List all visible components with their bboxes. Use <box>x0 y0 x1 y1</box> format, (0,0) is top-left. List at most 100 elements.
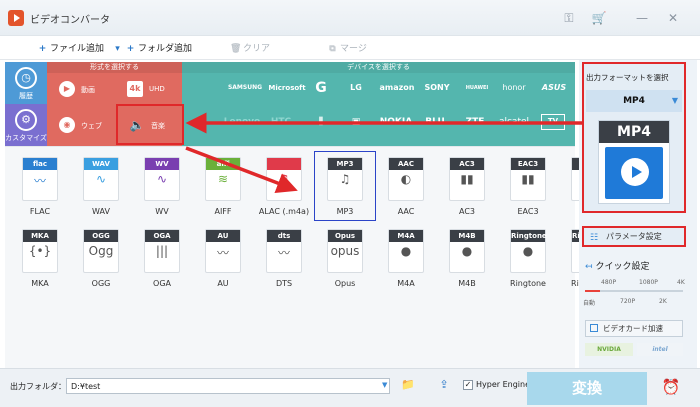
device-huawei[interactable]: HUAWEI <box>460 76 494 100</box>
audio-wave-icon: 〰 <box>33 174 46 188</box>
device-panel-header: デバイスを選択する <box>182 62 575 73</box>
convert-button[interactable]: 変換 <box>527 372 647 405</box>
clear-button[interactable]: 🗑 クリア <box>230 41 270 54</box>
video-format-button[interactable]: ▶ 動画 <box>47 74 115 104</box>
audio-wave-icon: ▮▮ <box>521 172 535 186</box>
format-tile-aac[interactable]: AAC ◐ AAC <box>375 151 437 221</box>
format-label: Ringtone <box>510 279 546 288</box>
audio-wave-icon: ◐ <box>400 172 412 186</box>
format-tile-au[interactable]: AU 〰 AU <box>192 223 254 293</box>
device-blu[interactable]: BLU <box>420 110 450 134</box>
chevron-down-icon: ▼ <box>671 96 678 105</box>
format-label: OGA <box>153 279 171 288</box>
music-format-button[interactable]: 🔈 音楽 <box>117 108 180 142</box>
play-icon <box>621 158 649 186</box>
format-label: AIFF <box>214 207 232 216</box>
format-tile-m4b[interactable]: M4B ● M4B <box>436 223 498 293</box>
device-lenovo[interactable]: Lenovo <box>222 110 262 134</box>
device-tv[interactable]: TV <box>541 114 565 130</box>
format-tile-alac-m4a[interactable]: ♫ ALAC (.m4a) <box>253 151 315 221</box>
plus-icon: + <box>38 44 47 54</box>
format-badge: WV <box>145 158 179 170</box>
device-samsung[interactable]: SAMSUNG <box>222 76 268 100</box>
chrome-icon: ◉ <box>59 117 75 133</box>
mp4-format-icon[interactable]: MP4 <box>598 120 670 204</box>
device-htc[interactable]: HTC <box>266 110 296 134</box>
parameter-settings-button[interactable]: ☷ パラメータ設定 <box>582 226 686 247</box>
format-file-icon: EAC3 ▮▮ <box>510 157 546 201</box>
4k-icon: 4k <box>127 81 143 97</box>
format-tile-dts[interactable]: dts 〰 DTS <box>253 223 315 293</box>
device-microsoft[interactable]: Microsoft <box>267 76 307 100</box>
history-nav-button[interactable]: ◷ 履歴 <box>5 62 47 104</box>
quality-slider[interactable] <box>585 290 683 292</box>
device-bars-icon[interactable]: ⫼ <box>309 110 333 134</box>
apple-icon[interactable] <box>190 76 218 100</box>
device-lg[interactable]: LG <box>344 76 368 100</box>
format-tile-mka[interactable]: MKA {•} MKA <box>9 223 71 293</box>
format-tile-ringtone[interactable]: Ringtone ● Ringtone <box>497 223 559 293</box>
format-tile-opus[interactable]: Opus opus Opus <box>314 223 376 293</box>
device-honor[interactable]: honor <box>497 76 531 100</box>
format-badge: MKA <box>23 230 57 242</box>
format-file-icon: OGA ||| <box>144 229 180 273</box>
format-tile-oga[interactable]: OGA ||| OGA <box>131 223 193 293</box>
device-zte[interactable]: ZTE <box>460 110 490 134</box>
output-folder-label: 出力フォルダ： <box>10 382 66 391</box>
folder-plus-icon: + <box>126 44 135 54</box>
device-amazon[interactable]: amazon <box>378 76 416 100</box>
output-folder-input[interactable] <box>66 378 390 394</box>
customize-nav-button[interactable]: ⚙ カスタマイズ <box>5 104 47 146</box>
web-format-button[interactable]: ◉ ウェブ <box>47 110 115 140</box>
format-badge <box>267 158 301 170</box>
export-icon[interactable]: ⇪ <box>437 379 451 391</box>
uhd-format-button[interactable]: 4k UHD <box>115 74 182 104</box>
format-panel: 形式を選択する ▶ 動画 4k UHD ◉ ウェブ 🔈 音楽 <box>47 62 182 146</box>
close-icon[interactable]: ✕ <box>664 9 682 27</box>
chevron-down-icon[interactable]: ▼ <box>382 381 387 389</box>
format-tile-ac3[interactable]: AC3 ▮▮ AC3 <box>436 151 498 221</box>
device-nokia[interactable]: NOKIA <box>378 110 414 134</box>
cart-icon[interactable]: 🛒 <box>590 9 608 27</box>
format-tile-aiff[interactable]: aiff ≋ AIFF <box>192 151 254 221</box>
intel-badge: intel <box>637 343 683 356</box>
audio-wave-icon: ● <box>400 244 412 258</box>
device-google[interactable]: G <box>309 76 333 100</box>
format-tile-flac[interactable]: flac 〰 FLAC <box>9 151 71 221</box>
app-title: ビデオコンバータ <box>30 15 110 26</box>
format-badge: OGA <box>145 230 179 242</box>
format-tile-m4a[interactable]: M4A ● M4A <box>375 223 437 293</box>
right-panel: 出力フォーマットを選択 MP4 ▼ MP4 ☷ パラメータ設定 ↤ クイック設定 … <box>579 60 697 368</box>
minimize-icon[interactable]: — <box>633 9 651 27</box>
format-tile-wav[interactable]: WAV ∿ WAV <box>70 151 132 221</box>
quality-720p-label: 720P <box>620 298 636 305</box>
format-badge: M4B <box>450 230 484 242</box>
device-tablet-icon[interactable]: ▣ <box>344 110 368 134</box>
key-icon[interactable]: ⚿ <box>560 9 578 27</box>
format-tile-wv[interactable]: WV ∿ WV <box>131 151 193 221</box>
device-alcatel[interactable]: alcatel <box>494 110 534 134</box>
format-label: AU <box>217 279 229 288</box>
audio-wave-icon: ● <box>461 244 473 258</box>
format-tile-mp3[interactable]: MP3 ♫ MP3 <box>314 151 376 221</box>
add-file-button[interactable]: + ファイル追加 <box>37 41 104 54</box>
output-format-select[interactable]: MP4 ▼ <box>586 90 682 112</box>
device-asus[interactable]: ASUS <box>536 76 572 100</box>
alarm-clock-icon[interactable]: ⏰ <box>661 377 681 397</box>
title-bar: ビデオコンバータ ⚿ 🛒 — ✕ <box>0 0 700 36</box>
format-label: ALAC (.m4a) <box>258 207 310 216</box>
merge-button[interactable]: ⧉ マージ <box>327 41 367 54</box>
format-panel-header: 形式を選択する <box>47 62 182 73</box>
add-folder-button[interactable]: ▾ + フォルダ追加 <box>112 41 192 54</box>
format-tile-ogg[interactable]: OGG Ogg OGG <box>70 223 132 293</box>
audio-format-grid: flac 〰 FLAC WAV ∿ WAV WV ∿ WV aiff ≋ AIFF ♫ ALAC (.m4… <box>5 146 608 368</box>
format-label: WAV <box>92 207 110 216</box>
quick-settings-title: ↤ クイック設定 <box>585 262 650 272</box>
folder-icon[interactable]: 📁 <box>401 379 415 391</box>
device-sony[interactable]: SONY <box>420 76 454 100</box>
format-tile-eac3[interactable]: EAC3 ▮▮ EAC3 <box>497 151 559 221</box>
output-format-title: 出力フォーマットを選択 <box>586 73 669 82</box>
hyper-engine-checkbox[interactable]: ✓ <box>463 380 473 390</box>
hardware-acceleration-button[interactable]: ビデオカード加速 <box>585 320 683 337</box>
merge-icon: ⧉ <box>329 44 336 54</box>
